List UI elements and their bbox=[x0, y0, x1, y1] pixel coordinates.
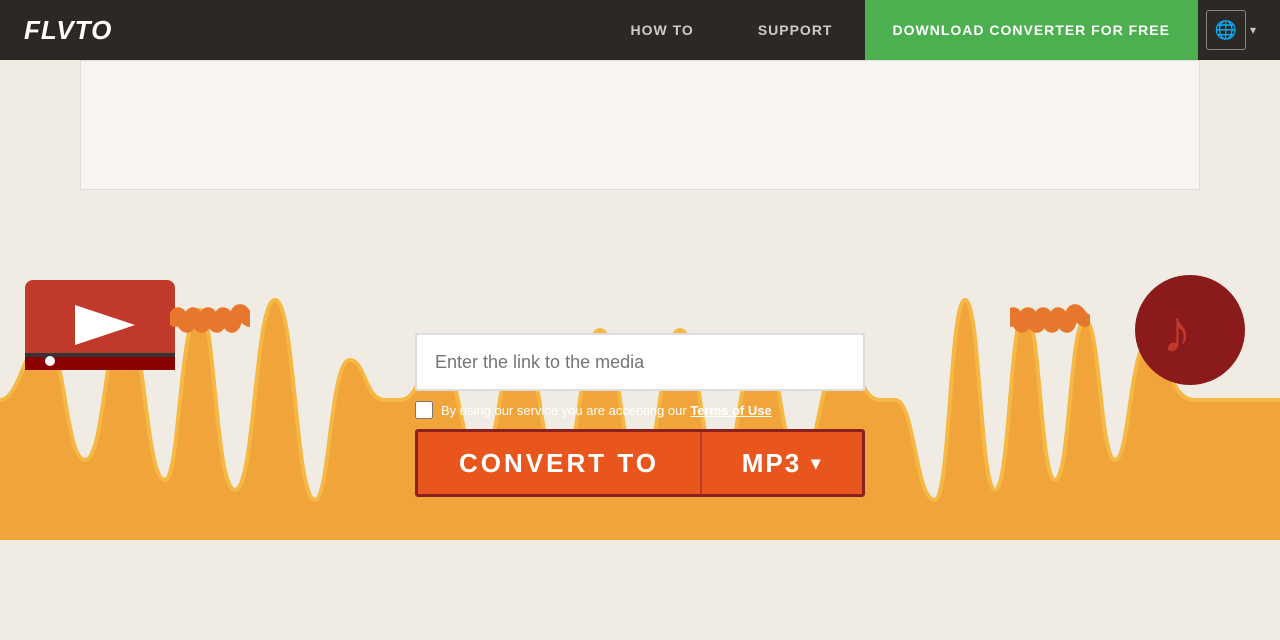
format-chevron-icon: ▾ bbox=[811, 453, 822, 474]
video-icon bbox=[20, 270, 180, 390]
main-content: By using our service you are accepting o… bbox=[0, 60, 1280, 640]
download-button[interactable]: DOWNLOAD CONVERTER FOR FREE bbox=[865, 0, 1198, 60]
format-label: MP3 bbox=[742, 448, 801, 479]
banner-area bbox=[80, 60, 1200, 190]
language-button[interactable]: 🌐 bbox=[1206, 10, 1246, 50]
center-form: By using our service you are accepting o… bbox=[415, 333, 865, 497]
music-icon: ♪ bbox=[1080, 270, 1260, 390]
logo: FLVTO bbox=[24, 15, 112, 46]
terms-of-use-link[interactable]: Terms of Use bbox=[690, 403, 771, 418]
terms-checkbox[interactable] bbox=[415, 401, 433, 419]
media-url-input[interactable] bbox=[415, 333, 865, 391]
header: FLVTO HOW TO SUPPORT DOWNLOAD CONVERTER … bbox=[0, 0, 1280, 60]
language-chevron-icon[interactable]: ▾ bbox=[1250, 23, 1256, 37]
globe-icon: 🌐 bbox=[1215, 20, 1237, 41]
terms-row: By using our service you are accepting o… bbox=[415, 401, 865, 419]
terms-text: By using our service you are accepting o… bbox=[441, 403, 772, 418]
svg-text:♪: ♪ bbox=[1162, 298, 1192, 365]
convert-label: CONVERT TO bbox=[418, 432, 702, 494]
nav: HOW TO SUPPORT DOWNLOAD CONVERTER FOR FR… bbox=[599, 0, 1256, 60]
convert-format-selector[interactable]: MP3 ▾ bbox=[702, 432, 862, 494]
convert-button[interactable]: CONVERT TO MP3 ▾ bbox=[415, 429, 865, 497]
nav-how-to[interactable]: HOW TO bbox=[599, 22, 726, 38]
nav-support[interactable]: SUPPORT bbox=[726, 22, 865, 38]
